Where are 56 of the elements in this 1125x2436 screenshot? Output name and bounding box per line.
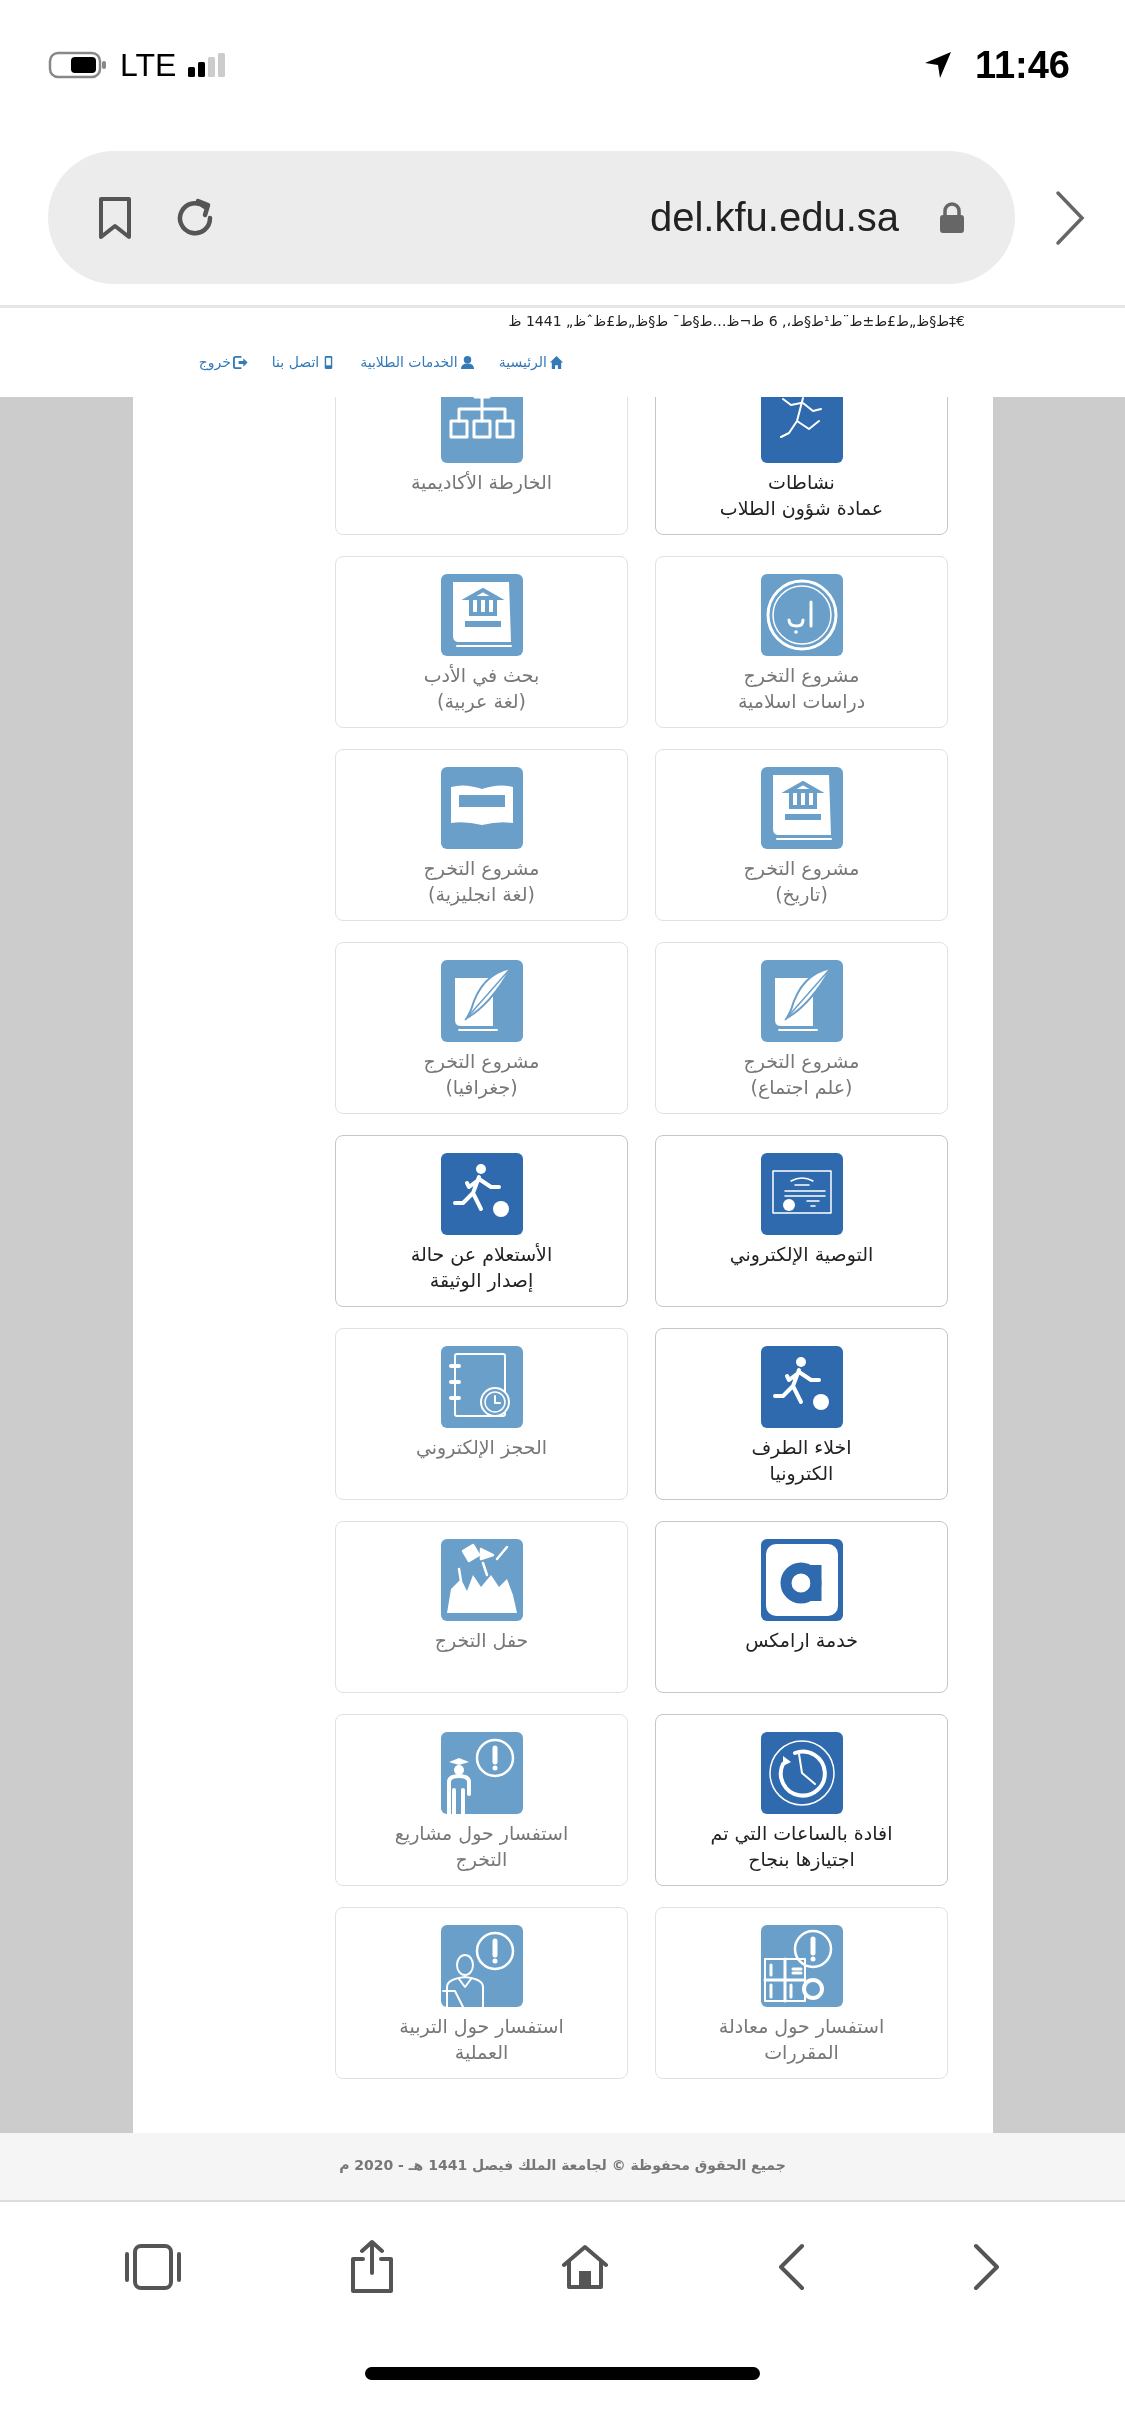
service-tile[interactable]: بحث في الأدب (لغة عربية) xyxy=(335,556,628,728)
home-icon[interactable] xyxy=(560,2243,611,2291)
service-tile[interactable]: مشروع التخرج (لغة انجليزية) xyxy=(335,749,628,921)
share-icon[interactable] xyxy=(348,2239,395,2295)
nav-link[interactable]: الخدمات الطلابية xyxy=(360,354,475,370)
person-alert-icon xyxy=(440,1925,523,2007)
formula-gear-alert-icon xyxy=(760,1925,843,2007)
copyright-text: جميع الحقوق محفوظة © لجامعة الملك فيصل 1441 هـ - 2020 م xyxy=(339,2156,786,2173)
tabs-icon[interactable] xyxy=(122,2242,183,2292)
service-tile[interactable]: افادة بالساعات التي تم اجتيازها بنجاح xyxy=(655,1714,948,1886)
sign-out-icon xyxy=(232,354,248,370)
url-text: del.kfu.edu.sa xyxy=(648,195,899,240)
celebration-icon xyxy=(440,1539,523,1621)
service-tile[interactable]: الأستعلام عن حالة إصدار الوثيقة xyxy=(335,1135,628,1307)
nav-link[interactable]: خروج xyxy=(198,354,248,370)
org-chart-icon xyxy=(440,397,523,463)
nav-link[interactable]: اتصل بنا xyxy=(271,354,337,370)
service-tile[interactable]: مشروع التخرج (جغرافيا) xyxy=(335,942,628,1114)
lock-icon xyxy=(939,201,965,234)
battery-icon xyxy=(48,51,108,79)
service-tile[interactable]: نشاطات عمادة شؤون الطلاب xyxy=(655,397,948,535)
home-icon xyxy=(549,354,564,370)
running-figure-icon xyxy=(760,397,843,463)
certificate-icon xyxy=(760,1153,843,1235)
clock-time: 11:46 xyxy=(974,43,1070,87)
book-bank-icon xyxy=(440,574,523,656)
running-figure-icon xyxy=(440,1153,523,1235)
back-icon[interactable] xyxy=(776,2242,807,2292)
service-tile[interactable]: استفسار حول معادلة المقررات xyxy=(655,1907,948,2079)
network-label: LTE xyxy=(120,46,177,84)
notebook-clock-icon xyxy=(440,1346,523,1428)
nav-link[interactable]: الرئيسية xyxy=(498,354,564,370)
service-tile[interactable]: خدمة ارامكس xyxy=(655,1521,948,1693)
forward-chevron-icon[interactable] xyxy=(1055,189,1085,246)
service-tile[interactable]: التوصية الإلكتروني xyxy=(655,1135,948,1307)
service-tile[interactable]: استفسار حول التربية العملية xyxy=(335,1907,628,2079)
address-bar[interactable]: del.kfu.edu.sa xyxy=(48,151,1015,284)
service-tile[interactable]: الخارطة الأكاديمية xyxy=(335,397,628,535)
feather-book-icon xyxy=(440,960,523,1042)
service-tile[interactable]: مشروع التخرج (تاريخ) xyxy=(655,749,948,921)
clock-icon xyxy=(760,1732,843,1814)
letter-tile-icon xyxy=(760,1539,843,1621)
graduate-alert-icon xyxy=(440,1732,523,1814)
bookmark-icon[interactable] xyxy=(98,195,132,240)
service-tile[interactable]: الحجز الإلكتروني xyxy=(335,1328,628,1500)
service-tile[interactable]: استفسار حول مشاريع التخرج xyxy=(335,1714,628,1886)
service-tile[interactable]: اخلاء الطرف الكترونيا xyxy=(655,1328,948,1500)
user-icon xyxy=(459,354,475,370)
service-tile[interactable]: حفل التخرج xyxy=(335,1521,628,1693)
date-line: ط§ظ„ط£ط±ط¨ط¹ط§ط،, 6 ط¬ظ…ط§ط¯ ط§ظ„ط£ظˆظ„ 1441 ظ‡€ xyxy=(508,313,965,329)
service-tile[interactable]: مشروع التخرج دراسات اسلامية xyxy=(655,556,948,728)
feather-book-icon xyxy=(760,960,843,1042)
book-bank-icon xyxy=(760,767,843,849)
open-book-icon xyxy=(440,767,523,849)
service-tile[interactable]: مشروع التخرج (علم اجتماع) xyxy=(655,942,948,1114)
running-figure-icon xyxy=(760,1346,843,1428)
